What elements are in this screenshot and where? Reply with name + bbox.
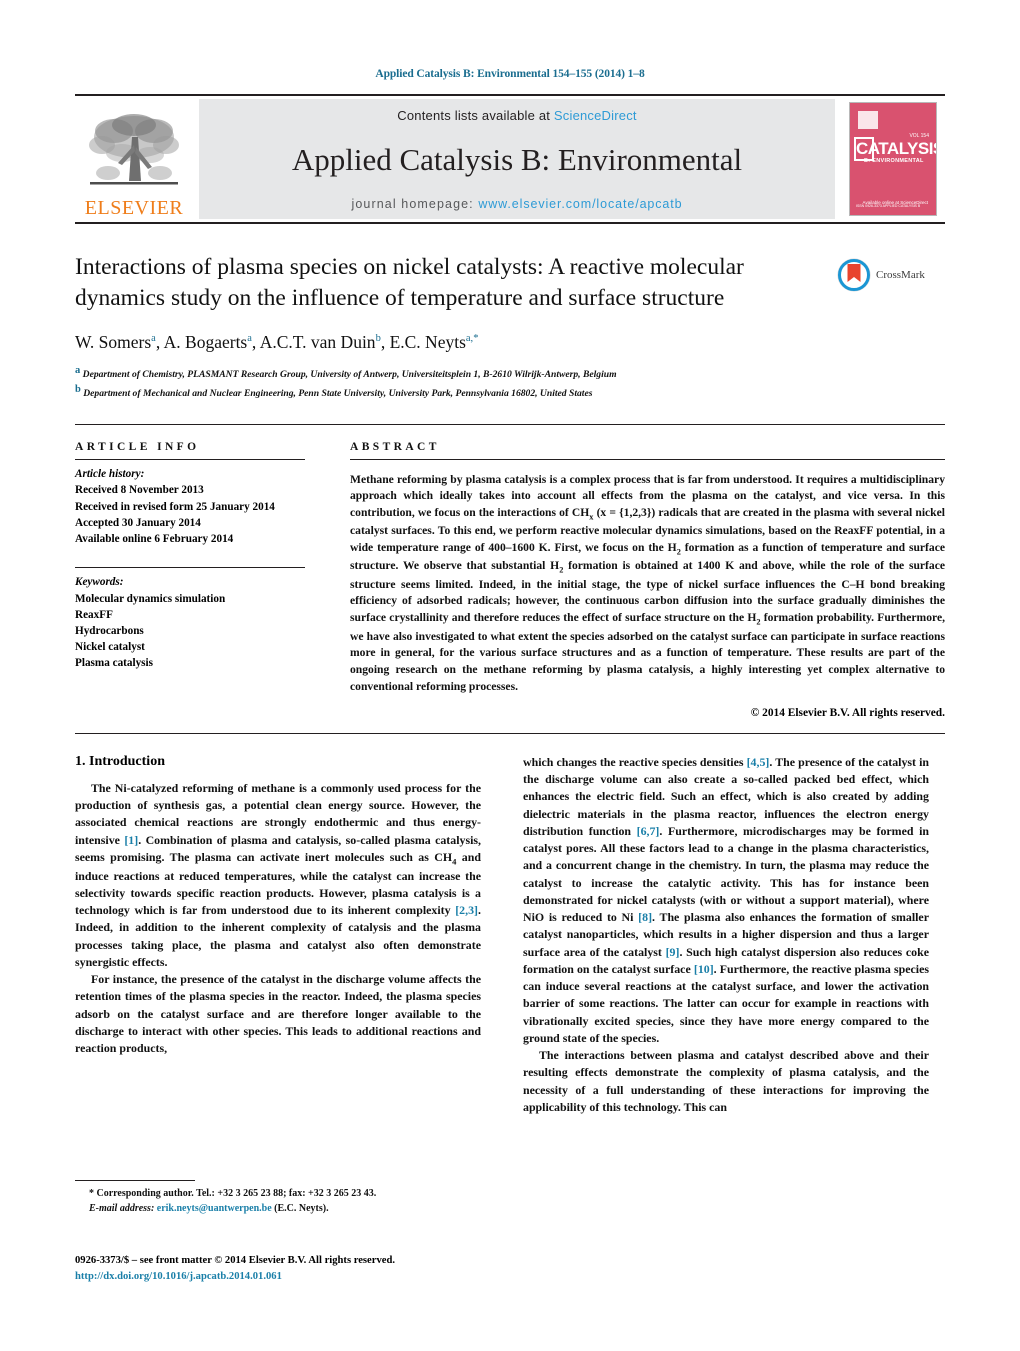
crossmark-badge[interactable]: CrossMark xyxy=(837,258,945,292)
corresponding-author-marker[interactable]: * xyxy=(473,333,478,344)
crossmark-icon xyxy=(837,258,871,292)
abstract-bottom-rule xyxy=(75,732,945,734)
author-separator: , xyxy=(380,331,390,352)
keywords-label: Keywords: xyxy=(75,576,124,589)
affiliation-item: a Department of Chemistry, PLASMANT Rese… xyxy=(75,363,945,383)
citation-ref[interactable]: [2,3] xyxy=(455,903,478,917)
author-item: W. Somersa xyxy=(75,332,156,352)
footnote-rule xyxy=(75,1180,195,1181)
journal-title: Applied Catalysis B: Environmental xyxy=(291,141,743,177)
homepage-line: journal homepage: www.elsevier.com/locat… xyxy=(352,197,683,211)
contents-prefix: Contents lists available at xyxy=(397,108,554,123)
author-item: E.C. Neytsa,* xyxy=(390,332,479,352)
journal-band: Contents lists available at ScienceDirec… xyxy=(199,99,835,219)
article-history-item: Received in revised form 25 January 2014 xyxy=(75,500,275,513)
doi-link[interactable]: http://dx.doi.org/10.1016/j.apcatb.2014.… xyxy=(75,1269,525,1285)
title-block: CrossMark Interactions of plasma species… xyxy=(75,252,945,402)
footnote-text: Corresponding author. Tel.: +32 3 265 23… xyxy=(96,1188,377,1199)
body-columns: 1. Introduction The Ni-catalyzed reformi… xyxy=(75,754,945,1116)
abstract-heading: ABSTRACT xyxy=(350,441,945,453)
intro-paragraph-2: For instance, the presence of the cataly… xyxy=(75,972,481,1056)
cover-publisher-mark xyxy=(858,111,878,129)
author-name: A. Bogaerts xyxy=(163,331,248,352)
cover-image: VOL 154 CATALYSIS B: ENVIRONMENTAL Avail… xyxy=(849,102,937,216)
article-history-item: Received 8 November 2013 xyxy=(75,484,204,497)
author-name: A.C.T. van Duin xyxy=(259,331,376,352)
corresponding-author-footnote: * Corresponding author. Tel.: +32 3 265 … xyxy=(75,1180,481,1216)
email-link[interactable]: erik.neyts@uantwerpen.be xyxy=(157,1203,272,1214)
homepage-prefix: journal homepage: xyxy=(351,197,479,211)
abstract-column: ABSTRACT Methane reforming by plasma cat… xyxy=(350,441,945,719)
issn-doi-block: 0926-3373/$ – see front matter © 2014 El… xyxy=(75,1253,525,1285)
affiliation-marker: a xyxy=(75,364,81,376)
citation-ref[interactable]: [6,7] xyxy=(637,824,660,838)
sciencedirect-link[interactable]: ScienceDirect xyxy=(554,108,637,123)
article-history-item: Available online 6 February 2014 xyxy=(75,533,234,546)
email-owner: (E.C. Neyts). xyxy=(274,1203,329,1214)
author-separator: , xyxy=(155,331,164,352)
issn-line: 0926-3373/$ – see front matter © 2014 El… xyxy=(75,1255,395,1266)
abstract-copyright: © 2014 Elsevier B.V. All rights reserved… xyxy=(750,706,945,719)
author-item: A.C.T. van Duinb xyxy=(260,332,381,352)
keyword-item: Molecular dynamics simulation xyxy=(75,592,226,605)
intro-paragraph-4: The interactions between plasma and cata… xyxy=(523,1048,929,1114)
crossmark-label: CrossMark xyxy=(876,269,925,281)
footnote-email-line: E-mail address: erik.neyts@uantwerpen.be… xyxy=(75,1201,481,1216)
contents-line: Contents lists available at ScienceDirec… xyxy=(397,108,636,123)
body-column-left: 1. Introduction The Ni-catalyzed reformi… xyxy=(75,754,481,1116)
elsevier-wordmark: ELSEVIER xyxy=(84,197,184,219)
text-seg: which changes the reactive species densi… xyxy=(523,754,747,769)
info-abstract-region: ARTICLE INFO Article history: Received 8… xyxy=(75,424,945,719)
journal-masthead: ELSEVIER Contents lists available at Sci… xyxy=(75,94,945,224)
journal-homepage-link[interactable]: www.elsevier.com/locate/apcatb xyxy=(478,197,682,211)
running-head: Applied Catalysis B: Environmental 154–1… xyxy=(375,68,645,80)
intro-paragraph-3: which changes the reactive species densi… xyxy=(523,754,929,1047)
affiliation-text: Department of Chemistry, PLASMANT Resear… xyxy=(82,368,617,380)
keyword-item: ReaxFF xyxy=(75,608,113,621)
paper-page: Applied Catalysis B: Environmental 154–1… xyxy=(0,0,1020,1351)
footnote-marker: * xyxy=(89,1188,94,1199)
citation-ref[interactable]: [4,5] xyxy=(747,755,770,769)
affiliation-text: Department of Mechanical and Nuclear Eng… xyxy=(83,388,593,400)
citation-ref[interactable]: [8] xyxy=(638,910,652,924)
email-label: E-mail address: xyxy=(89,1203,155,1214)
article-history-label: Article history: xyxy=(75,468,145,481)
citation-ref[interactable]: [9] xyxy=(666,945,680,959)
cover-main-word: CATALYSIS xyxy=(856,139,937,158)
article-info-heading-text: ARTICLE INFO xyxy=(75,441,200,454)
citation-ref[interactable]: [10] xyxy=(694,962,714,976)
author-name: E.C. Neyts xyxy=(389,331,466,352)
elsevier-tree-icon xyxy=(89,114,179,185)
affiliation-marker: b xyxy=(75,384,81,396)
keyword-item: Plasma catalysis xyxy=(75,657,153,670)
abstract-rule xyxy=(350,459,945,461)
author-name: W. Somers xyxy=(75,331,152,352)
author-separator: , xyxy=(251,331,260,352)
citation-ref[interactable]: [1] xyxy=(124,833,138,847)
footnote-corresponding-line: * Corresponding author. Tel.: +32 3 265 … xyxy=(75,1186,481,1201)
section-heading-introduction: 1. Introduction xyxy=(75,753,165,769)
keyword-item: Hydrocarbons xyxy=(75,624,144,637)
body-column-right: which changes the reactive species densi… xyxy=(523,754,929,1116)
affiliation-item: b Department of Mechanical and Nuclear E… xyxy=(75,382,945,402)
article-info-column: ARTICLE INFO Article history: Received 8… xyxy=(75,441,350,719)
abstract-text: Methane reforming by plasma catalysis is… xyxy=(350,472,945,696)
abstract-heading-text: ABSTRACT xyxy=(350,441,440,454)
cover-sub-word: B: ENVIRONMENTAL xyxy=(864,158,924,164)
cover-bottom-left-note: ISSN 0926-3373 APPLIED CATALYSIS B xyxy=(856,204,921,209)
article-history-item: Accepted 30 January 2014 xyxy=(75,516,201,529)
intro-paragraph-1: The Ni-catalyzed reforming of methane is… xyxy=(75,780,481,971)
keyword-item: Nickel catalyst xyxy=(75,641,145,654)
author-item: A. Bogaertsa xyxy=(164,332,252,352)
keywords-block: Keywords: Molecular dynamics simulation … xyxy=(75,567,350,671)
page-title: Interactions of plasma species on nickel… xyxy=(75,254,744,311)
article-info-heading: ARTICLE INFO xyxy=(75,441,350,453)
keywords-rule xyxy=(75,567,305,569)
article-info-rule xyxy=(75,459,305,461)
affiliation-list: a Department of Chemistry, PLASMANT Rese… xyxy=(75,363,945,403)
author-list: W. Somersa, A. Bogaertsa, A.C.T. van Dui… xyxy=(75,332,945,353)
elsevier-logo: ELSEVIER xyxy=(75,96,193,222)
journal-cover-thumbnail: VOL 154 CATALYSIS B: ENVIRONMENTAL Avail… xyxy=(841,96,945,222)
